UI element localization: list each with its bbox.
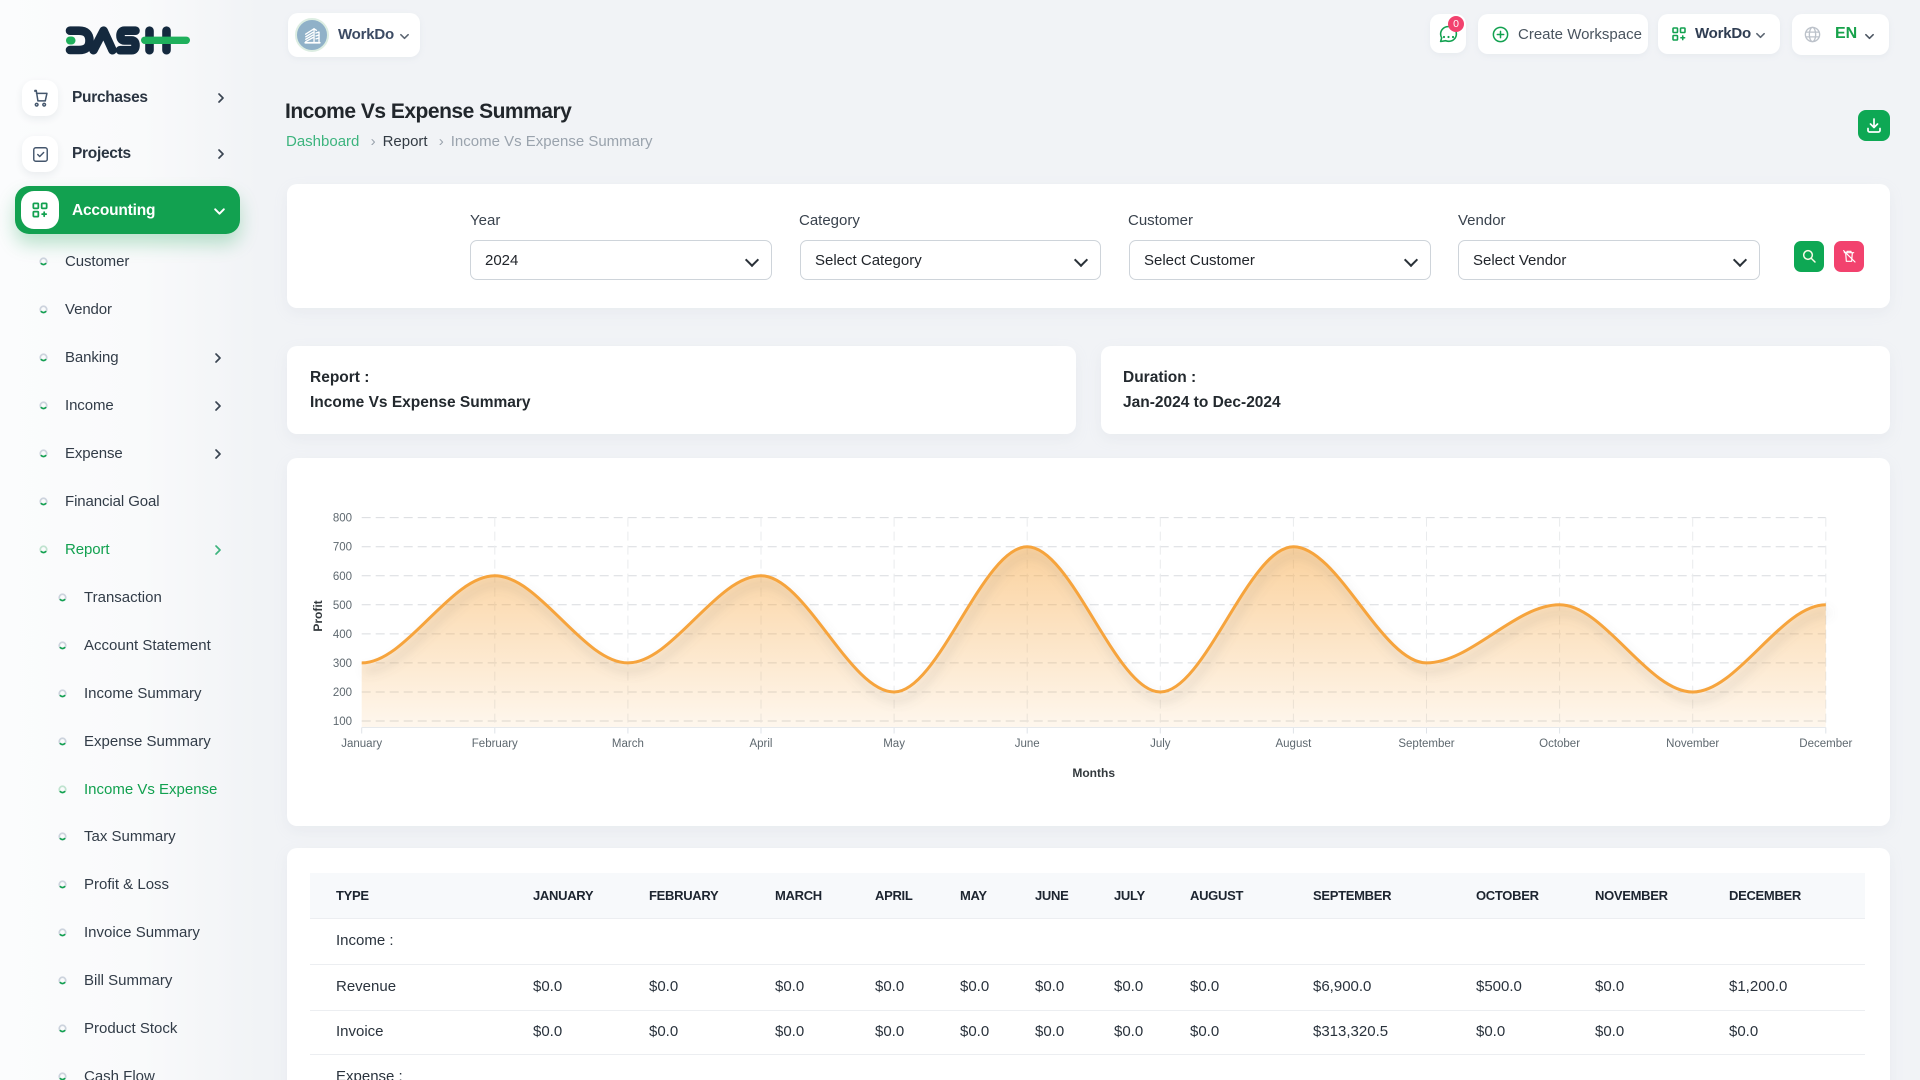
svg-text:500: 500 xyxy=(333,600,352,612)
svg-text:December: December xyxy=(1799,738,1852,750)
svg-text:100: 100 xyxy=(333,716,352,728)
svg-text:October: October xyxy=(1539,738,1580,750)
svg-text:400: 400 xyxy=(333,629,352,641)
svg-text:Months: Months xyxy=(1072,766,1115,780)
svg-text:September: September xyxy=(1398,738,1454,750)
svg-text:April: April xyxy=(749,738,772,750)
svg-text:June: June xyxy=(1015,738,1040,750)
svg-text:Profit: Profit xyxy=(311,600,325,631)
svg-text:200: 200 xyxy=(333,687,352,699)
svg-text:300: 300 xyxy=(333,658,352,670)
svg-text:800: 800 xyxy=(333,513,352,525)
svg-text:August: August xyxy=(1275,738,1312,750)
svg-text:November: November xyxy=(1666,738,1719,750)
svg-text:January: January xyxy=(341,738,382,750)
svg-text:600: 600 xyxy=(333,571,352,583)
svg-text:700: 700 xyxy=(333,542,352,554)
svg-text:July: July xyxy=(1150,738,1171,750)
svg-text:March: March xyxy=(612,738,644,750)
svg-text:February: February xyxy=(472,738,518,750)
svg-text:May: May xyxy=(883,738,905,750)
